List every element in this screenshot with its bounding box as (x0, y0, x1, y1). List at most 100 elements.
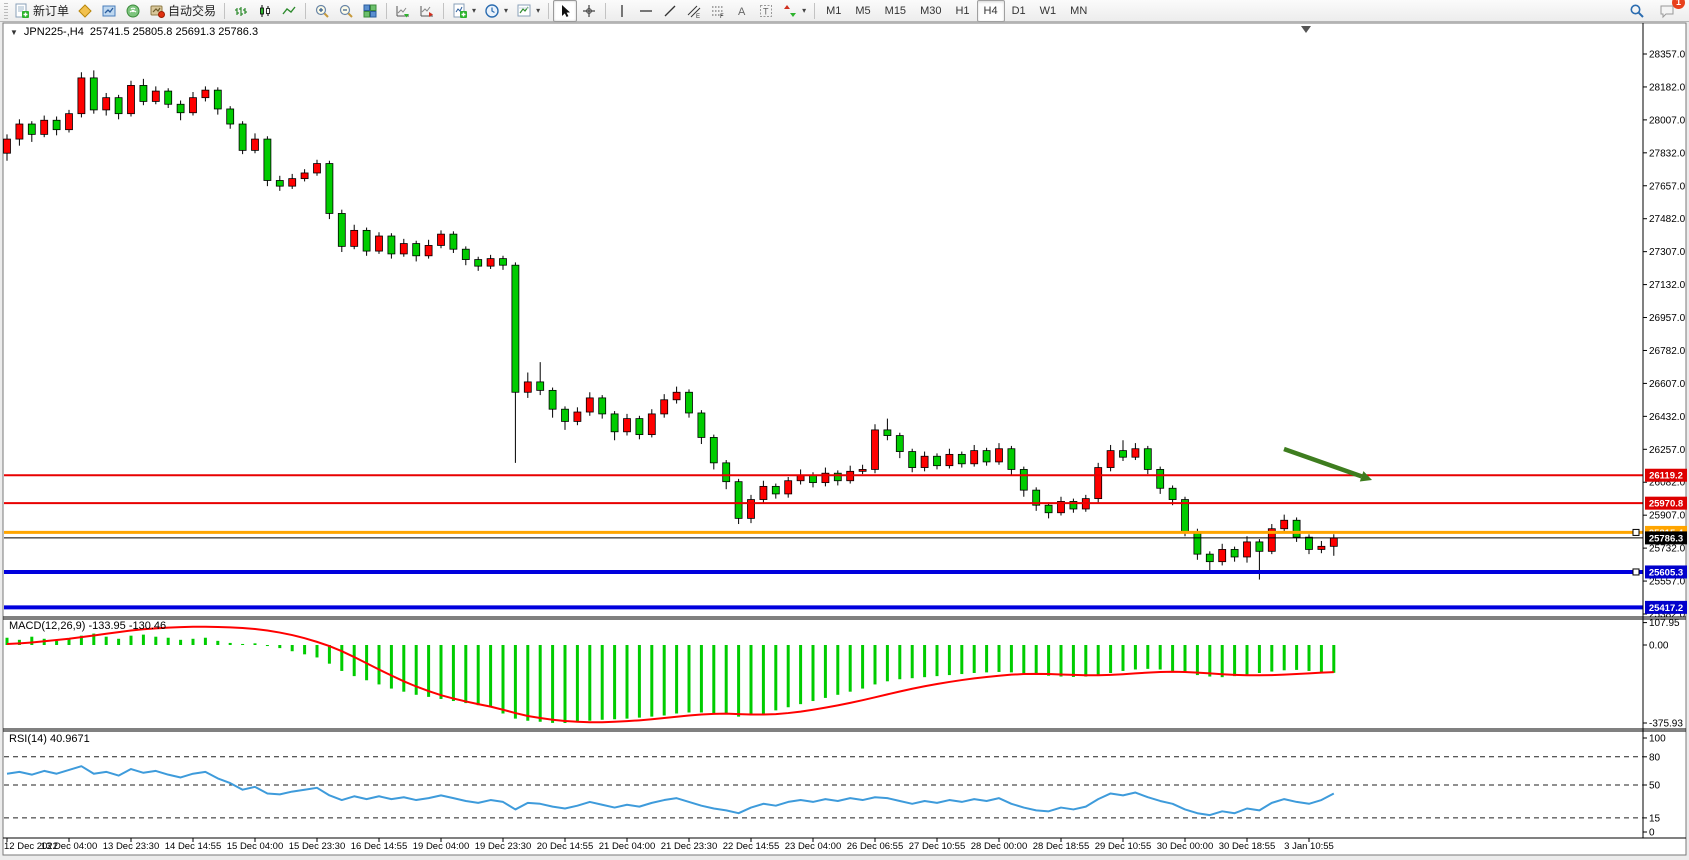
timeframe-w1[interactable]: W1 (1033, 0, 1064, 22)
chart-shift-button[interactable] (415, 0, 439, 22)
timeframe-mn[interactable]: MN (1063, 0, 1094, 22)
line-chart-button[interactable] (277, 0, 301, 22)
text-button[interactable]: A (730, 0, 754, 22)
templates-button[interactable]: ▾ (512, 0, 544, 22)
new-order-button[interactable]: 新订单 (10, 0, 73, 22)
cursor-button[interactable] (553, 0, 577, 22)
candlestick-chart-button[interactable] (253, 0, 277, 22)
candle (103, 98, 110, 110)
cursor-icon (557, 3, 573, 19)
candle (276, 180, 283, 186)
candle (165, 91, 172, 104)
auto-scroll-button[interactable] (391, 0, 415, 22)
bar-chart-button[interactable] (229, 0, 253, 22)
svg-text:E: E (696, 14, 700, 19)
candle (78, 78, 85, 114)
svg-text:T: T (763, 6, 769, 16)
time-tick-label: 28 Dec 18:55 (1033, 841, 1090, 852)
timeframe-m5[interactable]: M5 (848, 0, 877, 22)
indicators-button[interactable]: ▾ (448, 0, 480, 22)
time-tick-label: 22 Dec 14:55 (723, 841, 780, 852)
candle (53, 120, 60, 129)
arrows-button[interactable]: ▾ (778, 0, 810, 22)
price-tick-label: 25907.0 (1649, 511, 1686, 522)
horizontal-line-icon (638, 3, 654, 19)
search-button[interactable] (1625, 0, 1649, 22)
line-handle (1633, 569, 1639, 575)
notifications-button[interactable]: 1 (1655, 0, 1679, 22)
candle (611, 414, 618, 432)
toolbar-group-timeframes: M1 M5 M15 M30 H1 H4 D1 W1 MN (819, 0, 1094, 22)
fibonacci-icon: E (686, 3, 702, 19)
mql-community-button[interactable] (73, 0, 97, 22)
time-tick-label: 23 Dec 04:00 (785, 841, 842, 852)
candle (28, 124, 35, 134)
timeframe-m30[interactable]: M30 (913, 0, 948, 22)
crosshair-icon (581, 3, 597, 19)
candle (1020, 469, 1027, 490)
candle (177, 104, 184, 112)
trendline-button[interactable] (658, 0, 682, 22)
equidistant-channel-button[interactable]: E (682, 0, 706, 22)
toolbar-group-scroll (391, 0, 439, 22)
time-tick-label: 26 Dec 06:55 (847, 841, 904, 852)
fibo-retracement-button[interactable]: F (706, 0, 730, 22)
candle (921, 456, 928, 467)
candle (958, 454, 965, 463)
time-tick-label: 13 Dec 23:30 (103, 841, 160, 852)
timeframe-h4[interactable]: H4 (977, 0, 1005, 22)
toolbar-separator (305, 3, 306, 19)
tile-windows-icon (362, 3, 378, 19)
candle (252, 139, 259, 150)
candle (152, 91, 159, 101)
candle (1318, 546, 1325, 549)
timeframe-m1[interactable]: M1 (819, 0, 848, 22)
chevron-down-icon: ▾ (802, 6, 806, 15)
zoom-out-button[interactable] (334, 0, 358, 22)
horizontal-line-button[interactable] (634, 0, 658, 22)
tile-windows-button[interactable] (358, 0, 382, 22)
candle (1095, 468, 1102, 499)
timeframe-m15[interactable]: M15 (878, 0, 913, 22)
collapse-icon[interactable]: ▼ (10, 28, 18, 37)
candle (673, 392, 680, 400)
price-line-tag-label: 26119.2 (1649, 471, 1683, 482)
timeframe-d1[interactable]: D1 (1005, 0, 1033, 22)
candle (425, 245, 432, 255)
clock-icon (484, 3, 500, 19)
open-charts-button[interactable] (97, 0, 121, 22)
candle (996, 449, 1003, 462)
time-tick-label: 30 Dec 00:00 (1157, 841, 1214, 852)
zoom-in-button[interactable] (310, 0, 334, 22)
macd-tick-label: 0.00 (1649, 641, 1669, 652)
candle (686, 392, 693, 413)
candle (128, 85, 135, 113)
candle (314, 164, 321, 173)
time-tick-label: 14 Dec 14:55 (165, 841, 222, 852)
candle (140, 85, 147, 101)
periods-button[interactable]: ▾ (480, 0, 512, 22)
time-tick-label: 20 Dec 14:55 (537, 841, 594, 852)
trendline-icon (662, 3, 678, 19)
new-order-icon (14, 3, 30, 19)
vertical-line-button[interactable] (610, 0, 634, 22)
autotrade-button[interactable]: 自动交易 (145, 0, 220, 22)
candle (326, 164, 333, 214)
candle (462, 249, 469, 259)
broadcast-icon (125, 3, 141, 19)
text-label-button[interactable]: T (754, 0, 778, 22)
chart-canvas[interactable]: 28357.028182.028007.027832.027657.027482… (0, 0, 1689, 860)
time-tick-label: 19 Dec 23:30 (475, 841, 532, 852)
crosshair-button[interactable] (577, 0, 601, 22)
candle (487, 259, 494, 267)
toolbar-grip[interactable] (4, 3, 8, 19)
time-tick-label: 21 Dec 04:00 (599, 841, 656, 852)
candle (1157, 469, 1164, 488)
line-chart-icon (281, 3, 297, 19)
candle (301, 173, 308, 179)
candle (227, 109, 234, 124)
candle (772, 486, 779, 494)
candle (1219, 549, 1226, 561)
broadcast-button[interactable] (121, 0, 145, 22)
timeframe-h1[interactable]: H1 (948, 0, 976, 22)
